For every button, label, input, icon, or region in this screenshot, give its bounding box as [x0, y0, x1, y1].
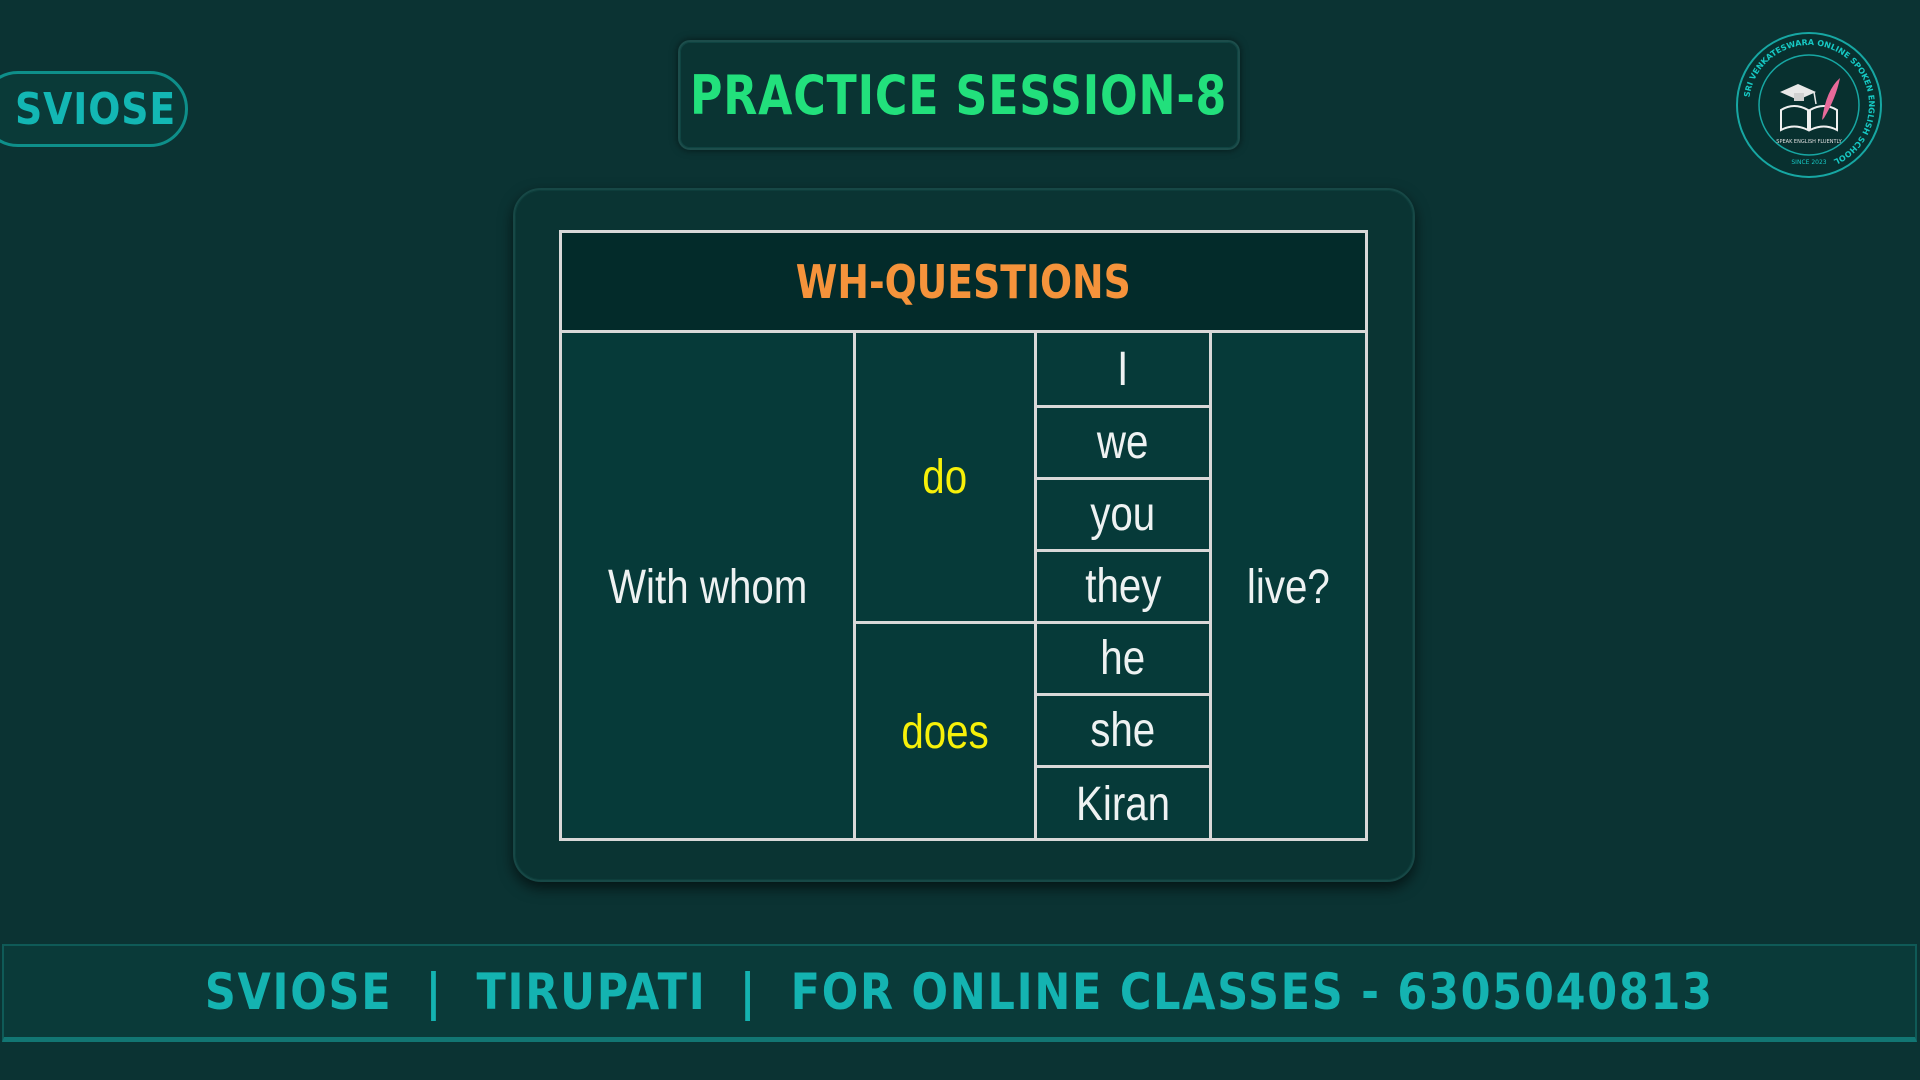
brand-tag-label: SVIOSE	[15, 83, 177, 135]
subject-cell: she	[1037, 696, 1209, 765]
school-logo: SRI VENKATESWARA ONLINE SPOKEN ENGLISH S…	[1736, 32, 1882, 178]
table-heading-cell: WH-QUESTIONS	[562, 233, 1365, 333]
slide: SVIOSE PRACTICE SESSION-8 SRI VENKATESWA…	[0, 0, 1920, 1080]
subject-cell: I	[1037, 333, 1209, 405]
logo-since: SINCE 2023	[1791, 159, 1826, 166]
aux-does: does	[901, 706, 989, 759]
page-title: PRACTICE SESSION-8	[690, 63, 1228, 127]
subject-text: she	[1090, 704, 1156, 757]
wh-questions-table: WH-QUESTIONS With whom do does I we you …	[559, 230, 1368, 841]
subject-cell: we	[1037, 408, 1209, 477]
subject-cell: Kiran	[1037, 768, 1209, 841]
aux-do-cell: do	[856, 333, 1034, 621]
brand-tag: SVIOSE	[0, 71, 188, 147]
title-box: PRACTICE SESSION-8	[678, 40, 1240, 150]
aux-does-cell: does	[856, 624, 1034, 841]
subject-text: he	[1100, 632, 1146, 685]
footer-banner: SVIOSE | TIRUPATI | FOR ONLINE CLASSES -…	[2, 944, 1917, 1042]
subject-cell: they	[1037, 552, 1209, 621]
question-word: With whom	[607, 560, 808, 614]
footer-text: SVIOSE | TIRUPATI | FOR ONLINE CLASSES -…	[205, 962, 1714, 1021]
subject-text: they	[1084, 560, 1162, 613]
verb-cell: live?	[1212, 333, 1365, 841]
subject-text: you	[1090, 488, 1156, 541]
verb: live?	[1247, 560, 1330, 614]
table-heading: WH-QUESTIONS	[795, 254, 1132, 309]
subject-text: Kiran	[1075, 778, 1171, 831]
subject-text: we	[1097, 416, 1149, 469]
logo-tagline: SPEAK ENGLISH FLUENTLY	[1776, 139, 1842, 145]
subject-text: I	[1117, 342, 1129, 396]
subject-cell: you	[1037, 480, 1209, 549]
aux-do: do	[922, 450, 968, 504]
question-word-cell: With whom	[562, 333, 853, 841]
subject-cell: he	[1037, 624, 1209, 693]
